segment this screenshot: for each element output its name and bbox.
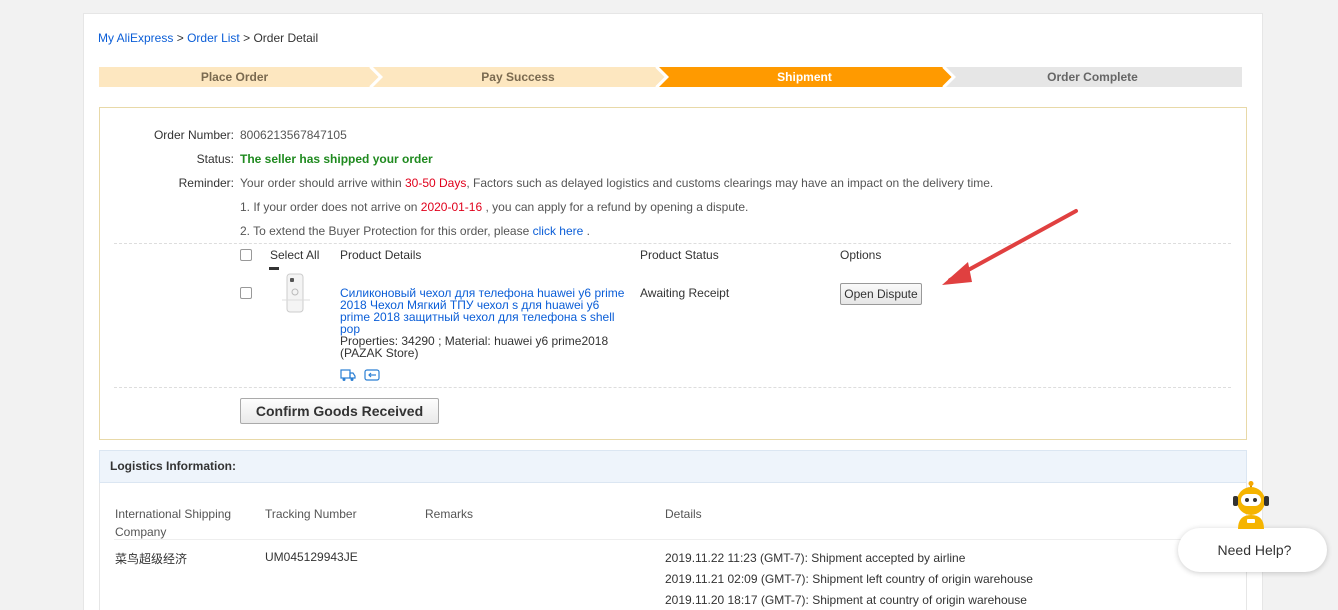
reminder-post: , Factors such as delayed logistics and … <box>466 176 994 190</box>
product-properties: Properties: 34290 ; Material: huawei y6 … <box>340 335 640 359</box>
buyer-protection-note: 2. To extend the Buyer Protection for th… <box>240 224 590 238</box>
reminder-pre: Your order should arrive within <box>240 176 405 190</box>
select-all-label: Select All <box>270 248 320 262</box>
delivery-days: 30-50 Days <box>404 176 467 190</box>
breadcrumb-current: Order Detail <box>253 31 319 45</box>
product-thumbnail[interactable] <box>268 266 318 316</box>
select-all-checkbox[interactable] <box>240 249 252 261</box>
product-title-link[interactable]: Силиконовый чехол для телефона huawei y6… <box>340 287 630 335</box>
logistics-body <box>99 483 1247 610</box>
breadcrumb-order-list[interactable]: Order List <box>187 31 240 45</box>
note2-pre: 2. To extend the Buyer Protection for th… <box>240 224 533 238</box>
col-details: Details <box>665 507 702 521</box>
tracking-event: 2019.11.22 11:23 (GMT-7): Shipment accep… <box>665 551 966 565</box>
tracking-event: 2019.11.20 18:17 (GMT-7): Shipment at co… <box>665 593 1027 607</box>
breadcrumb-my-aliexpress[interactable]: My AliExpress <box>98 31 173 45</box>
step-pay-success: Pay Success <box>481 70 555 84</box>
note1-pre: 1. If your order does not arrive on <box>240 200 421 214</box>
shipping-company-value: 菜鸟超级经济 <box>115 552 188 566</box>
col-shipping-company: International Shipping Company <box>115 507 232 539</box>
open-dispute-button[interactable]: Open Dispute <box>840 283 922 305</box>
annotation-arrow <box>930 200 1090 300</box>
col-product-details: Product Details <box>340 248 422 262</box>
order-status-value: The seller has shipped your order <box>240 152 433 166</box>
product-store: (PAZAK Store) <box>340 346 419 360</box>
product-checkbox[interactable] <box>240 287 252 299</box>
note2-post: . <box>583 224 590 238</box>
dispute-date: 2020-01-16 <box>420 200 483 214</box>
extend-protection-link[interactable]: click here <box>533 224 584 238</box>
logistics-header: Logistics Information: <box>99 450 1247 483</box>
truck-icon[interactable] <box>340 368 356 382</box>
col-product-status: Product Status <box>640 248 719 262</box>
breadcrumb-separator: > <box>243 31 251 45</box>
status-label: Status: <box>196 152 234 166</box>
tracking-number-value: UM045129943JE <box>265 550 358 564</box>
col-remarks: Remarks <box>425 507 474 521</box>
divider <box>114 539 1234 540</box>
step-place-order: Place Order <box>200 70 269 84</box>
divider <box>114 387 1231 388</box>
card-icon[interactable] <box>364 368 380 382</box>
col-options: Options <box>840 248 882 262</box>
reminder-text: Your order should arrive within 30-50 Da… <box>240 176 993 190</box>
order-number-label: Order Number: <box>153 128 234 142</box>
step-order-complete: Order Complete <box>1047 70 1138 84</box>
breadcrumb-separator: > <box>176 31 184 45</box>
col-tracking-number: Tracking Number <box>265 507 357 521</box>
breadcrumb: My AliExpress > Order List > Order Detai… <box>98 31 318 45</box>
product-status-value: Awaiting Receipt <box>640 286 730 300</box>
confirm-goods-received-button[interactable]: Confirm Goods Received <box>240 398 439 424</box>
order-number-value: 8006213567847105 <box>240 128 347 142</box>
need-help-button[interactable]: Need Help? <box>1178 528 1327 572</box>
refund-note: 1. If your order does not arrive on 2020… <box>240 200 748 214</box>
reminder-label: Reminder: <box>178 176 234 190</box>
robot-mascot-icon[interactable] <box>1230 481 1272 529</box>
step-shipment: Shipment <box>777 70 832 84</box>
tracking-event: 2019.11.21 02:09 (GMT-7): Shipment left … <box>665 572 1033 586</box>
note1-post: , you can apply for a refund by opening … <box>482 200 749 214</box>
order-progress-steps: Place Order Pay Success Shipment Order C… <box>99 67 1242 87</box>
